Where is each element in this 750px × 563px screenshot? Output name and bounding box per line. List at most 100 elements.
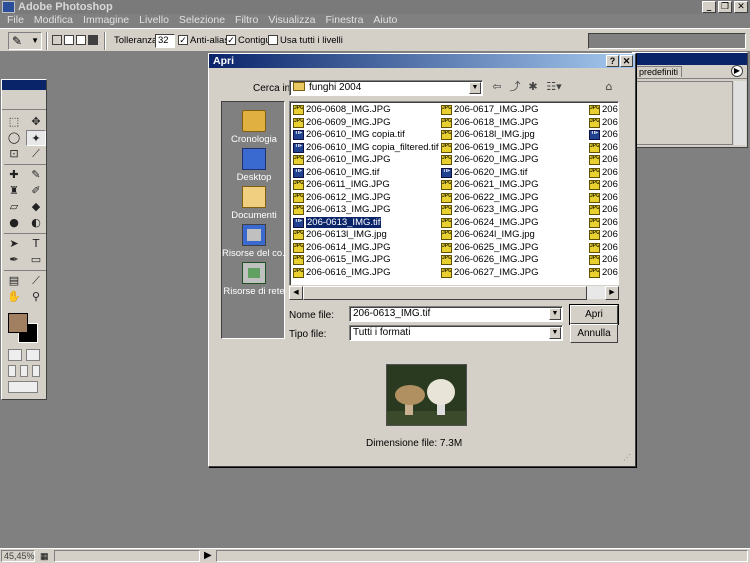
file-item[interactable]: JPG206-0 (588, 167, 618, 180)
file-item[interactable]: TIF 206-0613_IMG.tif (292, 215, 438, 230)
file-item[interactable]: TIF206-0 (588, 129, 618, 142)
place-computer[interactable]: Risorse del co... (222, 224, 286, 259)
file-item[interactable]: JPG206-0 (588, 142, 618, 155)
paint-bucket-icon[interactable]: ◆ (26, 199, 46, 215)
file-item[interactable]: JPG 206-0609_IMG.JPG (292, 117, 438, 130)
foreground-color-swatch[interactable] (8, 313, 28, 333)
zoom-tool-icon[interactable]: ⚲ (26, 289, 46, 305)
file-item[interactable]: JPG 206-0624l_IMG.jpg (440, 229, 586, 242)
place-cronologia[interactable]: Cronologia (222, 110, 286, 145)
file-item[interactable]: JPG 206-0618_IMG.JPG (440, 117, 586, 130)
file-item[interactable]: TIF 206-0610_IMG copia.tif (292, 129, 438, 142)
scroll-left-icon[interactable]: ◀ (289, 286, 303, 300)
file-item[interactable]: JPG 206-0613l_IMG.jpg (292, 229, 438, 242)
antialias-checkbox[interactable]: ✓ (178, 35, 188, 45)
file-item[interactable]: JPG 206-0625_IMG.JPG (440, 242, 586, 255)
chevron-down-icon[interactable]: ▼ (549, 327, 561, 339)
file-item[interactable]: TIF 206-0620_IMG.tif (440, 167, 586, 180)
dodge-tool-icon[interactable]: ◐ (26, 215, 46, 231)
jump-to-imageready-icon[interactable] (8, 381, 38, 393)
place-documenti[interactable]: Documenti (222, 186, 286, 221)
type-tool-icon[interactable]: T (26, 236, 46, 252)
view-menu-icon[interactable]: ☷▾ (543, 80, 565, 94)
standard-mode-icon[interactable] (8, 349, 22, 361)
up-folder-icon[interactable]: ⤴ (507, 80, 523, 94)
file-item[interactable]: JPG 206-0610_IMG.JPG (292, 154, 438, 167)
healing-brush-icon[interactable]: ✚ (4, 167, 24, 183)
file-item[interactable]: JPG206-0 (588, 229, 618, 242)
open-button[interactable]: Apri (569, 304, 619, 325)
file-item[interactable]: JPG206-0 (588, 204, 618, 217)
crop-tool-icon[interactable]: ⊡ (4, 146, 24, 162)
document-info-icon[interactable]: ▦ (40, 551, 52, 561)
file-item[interactable]: TIF 206-0610_IMG.tif (292, 167, 438, 180)
menu-modifica[interactable]: Modifica (29, 14, 78, 28)
file-item[interactable]: JPG206-0 (588, 242, 618, 255)
menu-selezione[interactable]: Selezione (174, 14, 230, 28)
scroll-thumb[interactable] (303, 286, 587, 300)
all-layers-checkbox[interactable] (268, 35, 278, 45)
file-item[interactable]: JPG 206-0613_IMG.JPG (292, 204, 438, 217)
file-item[interactable]: JPG 206-0620_IMG.JPG (440, 154, 586, 167)
file-item[interactable]: JPG206-0 (588, 267, 618, 280)
pen-tool-icon[interactable]: ✒ (4, 252, 24, 268)
chevron-down-icon[interactable]: ▼ (549, 308, 561, 320)
file-item[interactable]: JPG206-0 (588, 154, 618, 167)
scroll-right-icon[interactable]: ▶ (605, 286, 619, 300)
marquee-tool-icon[interactable]: ⬚ (4, 114, 24, 130)
place-desktop[interactable]: Desktop (222, 148, 286, 183)
file-item[interactable]: JPG 206-0618l_IMG.jpg (440, 129, 586, 142)
contiguous-checkbox[interactable]: ✓ (226, 35, 236, 45)
file-item[interactable]: JPG 206-0612_IMG.JPG (292, 192, 438, 205)
zoom-level[interactable]: 45,45% (1, 550, 35, 562)
new-folder-icon[interactable]: ✱ (525, 80, 541, 94)
file-item[interactable]: JPG206-0 (588, 254, 618, 267)
back-icon[interactable]: ⇦ (489, 80, 505, 94)
tool-preset-picker[interactable]: ✎ ▼ (8, 32, 42, 50)
palette-title-bar[interactable] (633, 53, 747, 65)
menu-file[interactable]: File (2, 14, 29, 28)
look-in-dropdown[interactable]: funghi 2004 ▼ (289, 80, 483, 96)
file-list-scrollbar[interactable]: ◀ ▶ (289, 285, 619, 300)
filetype-dropdown[interactable]: Tutti i formati ▼ (349, 325, 563, 341)
file-item[interactable]: JPG 206-0621_IMG.JPG (440, 179, 586, 192)
folder-home-icon[interactable]: ⌂ (601, 80, 617, 94)
file-item[interactable]: JPG 206-0622_IMG.JPG (440, 192, 586, 205)
clone-stamp-icon[interactable]: ♜ (4, 183, 24, 199)
menu-finestra[interactable]: Finestra (320, 14, 368, 28)
file-item[interactable]: JPG206-0 (588, 104, 618, 117)
menu-aiuto[interactable]: Aiuto (368, 14, 402, 28)
file-item[interactable]: JPG 206-0611_IMG.JPG (292, 179, 438, 192)
intersect-selection-icon[interactable] (88, 35, 98, 45)
chevron-down-icon[interactable]: ▼ (469, 82, 481, 94)
file-item[interactable]: JPG206-0 (588, 192, 618, 205)
file-item[interactable]: JPG 206-0617_IMG.JPG (440, 104, 586, 117)
file-item[interactable]: JPG206-0 (588, 117, 618, 130)
file-item[interactable]: JPG 206-0608_IMG.JPG (292, 104, 438, 117)
photoshop-logo-icon[interactable] (2, 90, 46, 110)
cancel-button[interactable]: Annulla (570, 324, 618, 343)
palette-menu-icon[interactable]: ▶ (731, 65, 743, 77)
subtract-selection-icon[interactable] (76, 35, 86, 45)
file-item[interactable]: JPG206-0 (588, 179, 618, 192)
file-item[interactable]: JPG 206-0623_IMG.JPG (440, 204, 586, 217)
menu-visualizza[interactable]: Visualizza (263, 14, 320, 28)
filename-input[interactable]: 206-0613_IMG.tif ▼ (349, 306, 563, 322)
move-tool-icon[interactable]: ✥ (26, 114, 46, 130)
file-item[interactable]: JPG 206-0627_IMG.JPG (440, 267, 586, 280)
help-button[interactable]: ? (606, 55, 619, 67)
eraser-tool-icon[interactable]: ▱ (4, 199, 24, 215)
place-network[interactable]: Risorse di rete (222, 262, 286, 297)
quick-mask-icon[interactable] (26, 349, 40, 361)
restore-button[interactable]: ❐ (718, 1, 732, 13)
file-item[interactable]: JPG206-0 (588, 217, 618, 230)
fullscreen-menu-icon[interactable] (20, 365, 28, 377)
file-item[interactable]: JPG 206-0616_IMG.JPG (292, 267, 438, 280)
shape-tool-icon[interactable]: ▭ (26, 252, 46, 268)
brush-tool-icon[interactable]: ✎ (26, 167, 46, 183)
file-item[interactable]: JPG 206-0626_IMG.JPG (440, 254, 586, 267)
file-item[interactable]: JPG 206-0615_IMG.JPG (292, 254, 438, 267)
file-item[interactable]: JPG 206-0614_IMG.JPG (292, 242, 438, 255)
palette-tab-predefiniti[interactable]: predefiniti (635, 66, 683, 77)
path-select-icon[interactable]: ➤ (4, 236, 24, 252)
